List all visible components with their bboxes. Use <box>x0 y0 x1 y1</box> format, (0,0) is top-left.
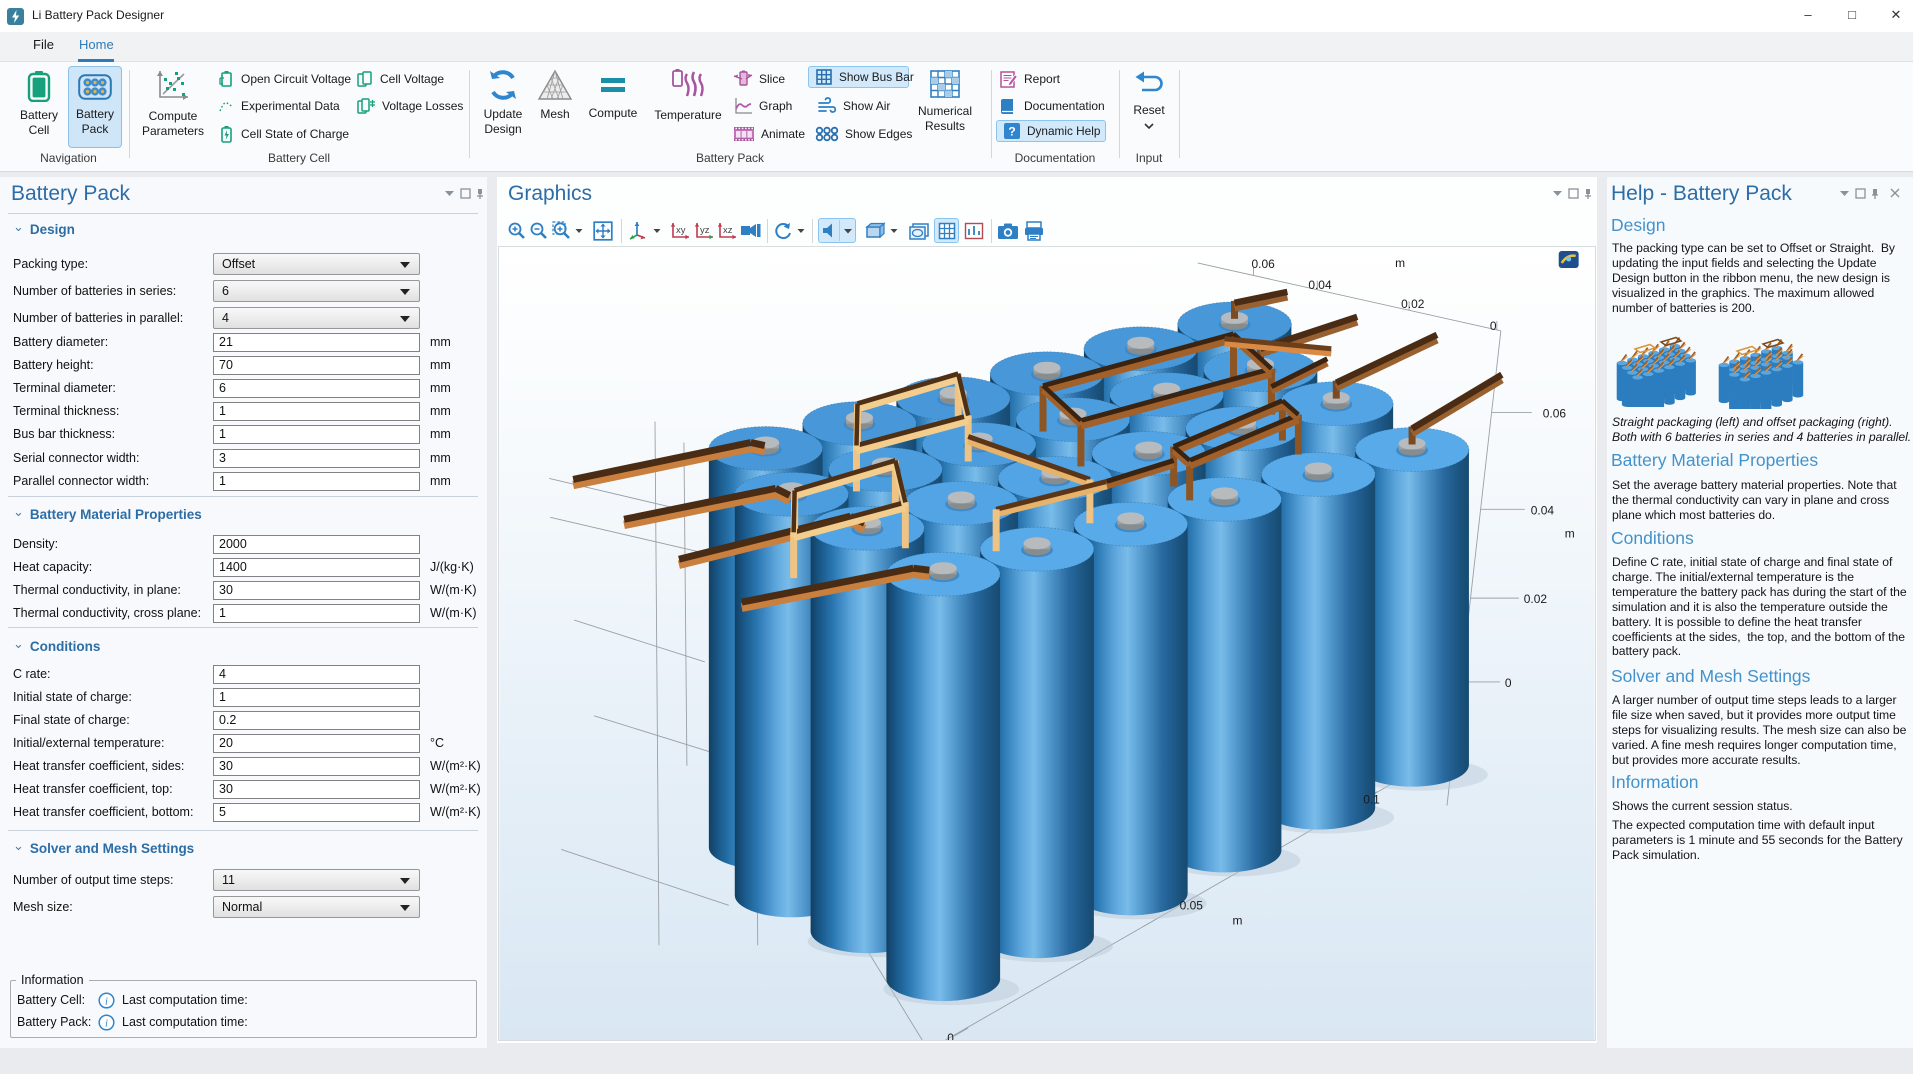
svg-text:0.02: 0.02 <box>1401 297 1425 311</box>
svg-text:i: i <box>105 996 108 1007</box>
svg-text:yz: yz <box>700 225 710 236</box>
svg-text:0.04: 0.04 <box>1531 503 1555 517</box>
svg-text:m: m <box>1565 526 1575 540</box>
svg-text:i: i <box>105 1018 108 1029</box>
svg-text:0.06: 0.06 <box>1543 407 1567 421</box>
svg-text:xz: xz <box>723 225 733 236</box>
svg-text:0: 0 <box>1490 319 1497 333</box>
svg-text:0: 0 <box>947 1031 954 1041</box>
svg-text:m: m <box>1233 913 1243 927</box>
svg-text:0.02: 0.02 <box>1524 592 1548 606</box>
svg-text:0.05: 0.05 <box>1180 898 1204 912</box>
svg-text:m: m <box>1395 256 1405 270</box>
svg-text:xy: xy <box>676 225 686 236</box>
svg-text:?: ? <box>1008 125 1015 139</box>
svg-text:0: 0 <box>1505 676 1512 690</box>
svg-text:0.04: 0.04 <box>1308 278 1332 292</box>
svg-text:0.1: 0.1 <box>1363 793 1380 807</box>
svg-text:0.06: 0.06 <box>1251 257 1275 271</box>
